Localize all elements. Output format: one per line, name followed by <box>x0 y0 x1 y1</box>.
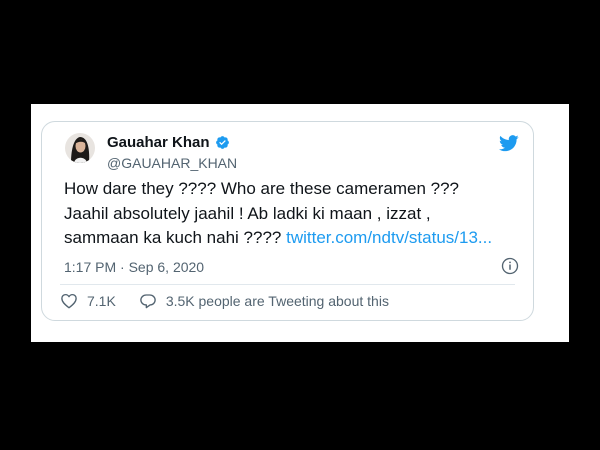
like-count: 7.1K <box>87 293 116 309</box>
tweet-text: How dare they ???? Who are these cameram… <box>64 177 494 251</box>
avatar[interactable] <box>65 133 95 163</box>
handle[interactable]: @GAUAHAR_KHAN <box>107 155 237 171</box>
speech-bubble-icon <box>140 294 156 309</box>
conversation-summary: 3.5K people are Tweeting about this <box>165 293 389 309</box>
tweet-actions: 7.1K 3.5K people are Tweeting about this <box>60 292 389 310</box>
twitter-bird-icon[interactable] <box>499 135 519 152</box>
reply-button[interactable]: 3.5K people are Tweeting about this <box>139 292 389 310</box>
heart-icon <box>61 293 77 309</box>
divider <box>60 284 515 285</box>
tweet-card[interactable]: Gauahar Khan @GAUAHAR_KHAN How dare they… <box>41 121 534 321</box>
author-name-row: Gauahar Khan <box>107 134 230 151</box>
tweet-timestamp[interactable]: 1:17 PM · Sep 6, 2020 <box>64 259 204 275</box>
like-button[interactable]: 7.1K <box>60 292 116 310</box>
info-icon[interactable] <box>501 257 519 275</box>
display-name[interactable]: Gauahar Khan <box>107 134 210 151</box>
verified-badge-icon <box>215 136 229 149</box>
tweet-link[interactable]: twitter.com/ndtv/status/13... <box>286 228 492 247</box>
